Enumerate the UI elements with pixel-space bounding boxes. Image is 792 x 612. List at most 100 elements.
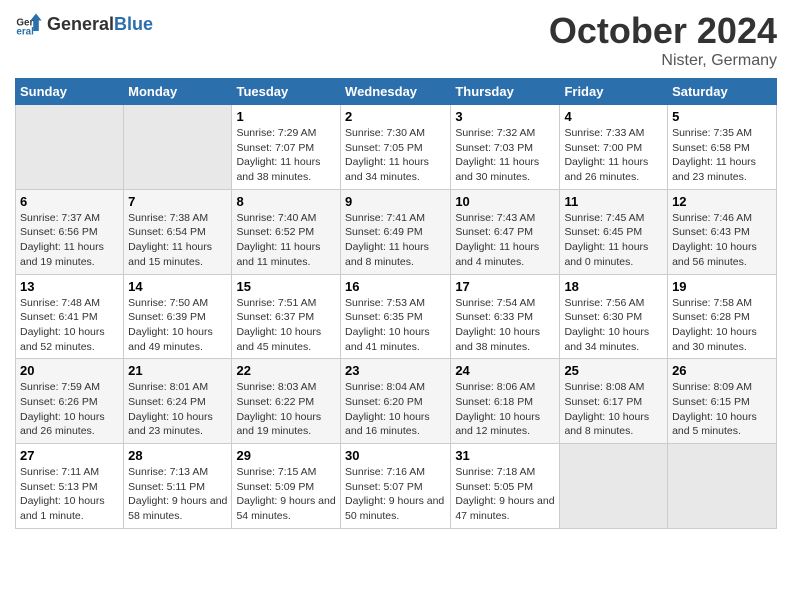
calendar-cell — [124, 105, 232, 190]
logo-blue-text: Blue — [114, 14, 153, 35]
calendar-cell: 12 Sunrise: 7:46 AMSunset: 6:43 PMDayligh… — [668, 189, 777, 274]
day-detail: Sunrise: 7:50 AMSunset: 6:39 PMDaylight:… — [128, 296, 227, 355]
day-number: 1 — [236, 109, 336, 124]
svg-text:eral: eral — [16, 27, 34, 38]
day-detail: Sunrise: 7:29 AMSunset: 7:07 PMDaylight:… — [236, 126, 336, 185]
calendar-header: SundayMondayTuesdayWednesdayThursdayFrid… — [16, 79, 777, 105]
day-number: 26 — [672, 363, 772, 378]
calendar-cell: 9 Sunrise: 7:41 AMSunset: 6:49 PMDaylight… — [341, 189, 451, 274]
calendar-cell: 1 Sunrise: 7:29 AMSunset: 7:07 PMDaylight… — [232, 105, 341, 190]
day-number: 14 — [128, 279, 227, 294]
day-number: 21 — [128, 363, 227, 378]
calendar-cell: 7 Sunrise: 7:38 AMSunset: 6:54 PMDaylight… — [124, 189, 232, 274]
day-number: 2 — [345, 109, 446, 124]
page-header: Gen eral General Blue October 2024 Niste… — [15, 10, 777, 70]
calendar-cell — [668, 444, 777, 529]
day-detail: Sunrise: 7:46 AMSunset: 6:43 PMDaylight:… — [672, 211, 772, 270]
day-detail: Sunrise: 8:08 AMSunset: 6:17 PMDaylight:… — [564, 380, 663, 439]
month-title: October 2024 — [549, 10, 777, 52]
day-number: 31 — [455, 448, 555, 463]
calendar-cell: 20 Sunrise: 7:59 AMSunset: 6:26 PMDayligh… — [16, 359, 124, 444]
calendar-cell: 5Sunrise: 7:35 AMSunset: 6:58 PMDaylight… — [668, 105, 777, 190]
day-number: 7 — [128, 194, 227, 209]
calendar-cell: 16 Sunrise: 7:53 AMSunset: 6:35 PMDayligh… — [341, 274, 451, 359]
weekday-header-monday: Monday — [124, 79, 232, 105]
day-detail: Sunrise: 7:35 AMSunset: 6:58 PMDaylight:… — [672, 126, 772, 185]
title-block: October 2024 Nister, Germany — [549, 10, 777, 70]
logo-icon: Gen eral — [15, 10, 43, 38]
calendar-cell — [560, 444, 668, 529]
calendar-cell: 28 Sunrise: 7:13 AMSunset: 5:11 PMDayligh… — [124, 444, 232, 529]
calendar-cell: 4Sunrise: 7:33 AMSunset: 7:00 PMDaylight… — [560, 105, 668, 190]
day-detail: Sunrise: 7:11 AMSunset: 5:13 PMDaylight:… — [20, 465, 119, 524]
day-number: 17 — [455, 279, 555, 294]
day-detail: Sunrise: 7:53 AMSunset: 6:35 PMDaylight:… — [345, 296, 446, 355]
day-detail: Sunrise: 8:09 AMSunset: 6:15 PMDaylight:… — [672, 380, 772, 439]
day-detail: Sunrise: 8:03 AMSunset: 6:22 PMDaylight:… — [236, 380, 336, 439]
calendar-cell: 27 Sunrise: 7:11 AMSunset: 5:13 PMDayligh… — [16, 444, 124, 529]
weekday-header-thursday: Thursday — [451, 79, 560, 105]
day-detail: Sunrise: 7:13 AMSunset: 5:11 PMDaylight:… — [128, 465, 227, 524]
calendar-cell: 11 Sunrise: 7:45 AMSunset: 6:45 PMDayligh… — [560, 189, 668, 274]
calendar-body: 1 Sunrise: 7:29 AMSunset: 7:07 PMDaylight… — [16, 105, 777, 529]
calendar-cell: 26 Sunrise: 8:09 AMSunset: 6:15 PMDayligh… — [668, 359, 777, 444]
day-detail: Sunrise: 7:37 AMSunset: 6:56 PMDaylight:… — [20, 211, 119, 270]
day-number: 10 — [455, 194, 555, 209]
calendar-cell: 13Sunrise: 7:48 AMSunset: 6:41 PMDayligh… — [16, 274, 124, 359]
weekday-header-wednesday: Wednesday — [341, 79, 451, 105]
day-detail: Sunrise: 7:59 AMSunset: 6:26 PMDaylight:… — [20, 380, 119, 439]
day-detail: Sunrise: 7:33 AMSunset: 7:00 PMDaylight:… — [564, 126, 663, 185]
day-number: 29 — [236, 448, 336, 463]
weekday-header-sunday: Sunday — [16, 79, 124, 105]
day-detail: Sunrise: 7:43 AMSunset: 6:47 PMDaylight:… — [455, 211, 555, 270]
day-number: 11 — [564, 194, 663, 209]
day-number: 9 — [345, 194, 446, 209]
day-detail: Sunrise: 7:15 AMSunset: 5:09 PMDaylight:… — [236, 465, 336, 524]
day-detail: Sunrise: 7:32 AMSunset: 7:03 PMDaylight:… — [455, 126, 555, 185]
day-detail: Sunrise: 8:04 AMSunset: 6:20 PMDaylight:… — [345, 380, 446, 439]
day-number: 30 — [345, 448, 446, 463]
weekday-header-tuesday: Tuesday — [232, 79, 341, 105]
calendar-cell: 8 Sunrise: 7:40 AMSunset: 6:52 PMDaylight… — [232, 189, 341, 274]
day-detail: Sunrise: 7:38 AMSunset: 6:54 PMDaylight:… — [128, 211, 227, 270]
day-number: 27 — [20, 448, 119, 463]
calendar-week-row: 13Sunrise: 7:48 AMSunset: 6:41 PMDayligh… — [16, 274, 777, 359]
day-number: 22 — [236, 363, 336, 378]
day-number: 20 — [20, 363, 119, 378]
day-detail: Sunrise: 7:54 AMSunset: 6:33 PMDaylight:… — [455, 296, 555, 355]
day-detail: Sunrise: 7:45 AMSunset: 6:45 PMDaylight:… — [564, 211, 663, 270]
day-detail: Sunrise: 8:01 AMSunset: 6:24 PMDaylight:… — [128, 380, 227, 439]
calendar-cell: 10 Sunrise: 7:43 AMSunset: 6:47 PMDayligh… — [451, 189, 560, 274]
calendar-cell: 15Sunrise: 7:51 AMSunset: 6:37 PMDayligh… — [232, 274, 341, 359]
calendar-cell: 29 Sunrise: 7:15 AMSunset: 5:09 PMDayligh… — [232, 444, 341, 529]
calendar-cell: 14 Sunrise: 7:50 AMSunset: 6:39 PMDayligh… — [124, 274, 232, 359]
day-number: 8 — [236, 194, 336, 209]
day-detail: Sunrise: 7:30 AMSunset: 7:05 PMDaylight:… — [345, 126, 446, 185]
day-number: 16 — [345, 279, 446, 294]
calendar-week-row: 20 Sunrise: 7:59 AMSunset: 6:26 PMDayligh… — [16, 359, 777, 444]
calendar-cell: 6 Sunrise: 7:37 AMSunset: 6:56 PMDaylight… — [16, 189, 124, 274]
day-number: 25 — [564, 363, 663, 378]
calendar-cell: 25 Sunrise: 8:08 AMSunset: 6:17 PMDayligh… — [560, 359, 668, 444]
day-number: 13 — [20, 279, 119, 294]
calendar-cell: 19Sunrise: 7:58 AMSunset: 6:28 PMDayligh… — [668, 274, 777, 359]
day-number: 15 — [236, 279, 336, 294]
day-detail: Sunrise: 7:40 AMSunset: 6:52 PMDaylight:… — [236, 211, 336, 270]
logo-general-text: General — [47, 14, 114, 35]
day-number: 12 — [672, 194, 772, 209]
weekday-header-saturday: Saturday — [668, 79, 777, 105]
calendar-cell: 21 Sunrise: 8:01 AMSunset: 6:24 PMDayligh… — [124, 359, 232, 444]
calendar-cell: 30Sunrise: 7:16 AMSunset: 5:07 PMDayligh… — [341, 444, 451, 529]
calendar-table: SundayMondayTuesdayWednesdayThursdayFrid… — [15, 78, 777, 529]
weekday-header-row: SundayMondayTuesdayWednesdayThursdayFrid… — [16, 79, 777, 105]
day-detail: Sunrise: 8:06 AMSunset: 6:18 PMDaylight:… — [455, 380, 555, 439]
location-subtitle: Nister, Germany — [549, 52, 777, 70]
day-number: 6 — [20, 194, 119, 209]
day-number: 28 — [128, 448, 227, 463]
day-detail: Sunrise: 7:18 AMSunset: 5:05 PMDaylight:… — [455, 465, 555, 524]
day-number: 18 — [564, 279, 663, 294]
calendar-cell: 31 Sunrise: 7:18 AMSunset: 5:05 PMDayligh… — [451, 444, 560, 529]
day-detail: Sunrise: 7:41 AMSunset: 6:49 PMDaylight:… — [345, 211, 446, 270]
calendar-week-row: 6 Sunrise: 7:37 AMSunset: 6:56 PMDaylight… — [16, 189, 777, 274]
day-number: 19 — [672, 279, 772, 294]
